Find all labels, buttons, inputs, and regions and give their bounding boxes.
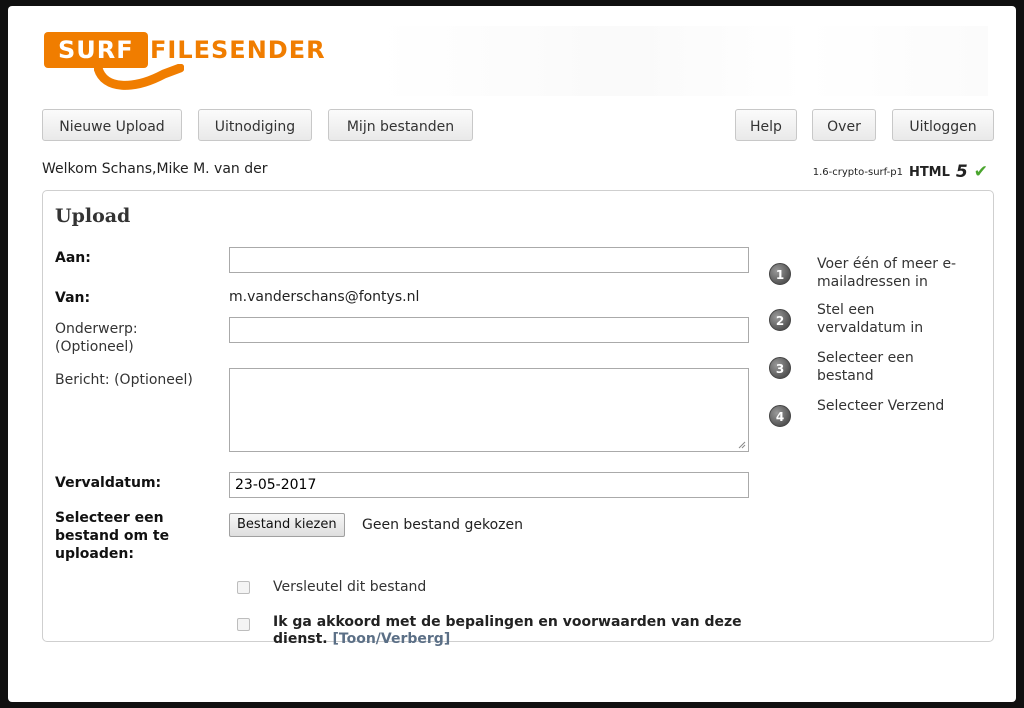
step-number-icon: 1 bbox=[769, 263, 791, 285]
help-button[interactable]: Help bbox=[735, 109, 797, 141]
message-label: Bericht: (Optioneel) bbox=[55, 372, 193, 388]
about-button[interactable]: Over bbox=[812, 109, 876, 141]
file-status: Geen bestand gekozen bbox=[362, 517, 523, 533]
to-label: Aan: bbox=[55, 250, 91, 266]
step-text: Selecteer Verzend bbox=[817, 398, 945, 414]
version-info: 1.6-crypto-surf-p1 HTML 5 ✔ bbox=[813, 162, 988, 182]
resize-grip-icon[interactable] bbox=[738, 441, 746, 449]
new-upload-button[interactable]: Nieuwe Upload bbox=[42, 109, 182, 141]
expiry-label: Vervaldatum: bbox=[55, 475, 162, 491]
from-value: m.vanderschans@fontys.nl bbox=[229, 289, 420, 305]
choose-file-button[interactable]: Bestand kiezen bbox=[229, 513, 345, 537]
from-label: Van: bbox=[55, 290, 91, 306]
check-icon: ✔ bbox=[973, 162, 988, 182]
logo-swoosh-icon bbox=[94, 64, 184, 90]
encrypt-label: Versleutel dit bestand bbox=[273, 579, 427, 595]
version-text: 1.6-crypto-surf-p1 bbox=[812, 166, 903, 178]
step-text: Stel een vervaldatum in bbox=[817, 302, 924, 336]
step-number-icon: 4 bbox=[769, 405, 791, 427]
terms-label: Ik ga akkoord met de bepalingen en voorw… bbox=[273, 614, 753, 648]
terms-toggle-link[interactable]: [Toon/Verberg] bbox=[333, 631, 451, 647]
expiry-date-input[interactable] bbox=[229, 472, 749, 498]
step-text: Voer één of meer e-mailadressen in bbox=[817, 256, 957, 290]
encrypt-checkbox[interactable] bbox=[237, 581, 250, 594]
my-files-button[interactable]: Mijn bestanden bbox=[328, 109, 473, 141]
upload-panel: Upload Aan: Van: m.vanderschans@fontys.n… bbox=[42, 190, 994, 647]
page: SURF FILESENDER Nieuwe Upload Uitnodigin… bbox=[8, 6, 1016, 702]
step-number-icon: 2 bbox=[769, 309, 791, 331]
logout-button[interactable]: Uitloggen bbox=[892, 109, 994, 141]
message-textarea[interactable] bbox=[229, 368, 749, 452]
html5-label: HTML bbox=[908, 164, 950, 180]
logo-surf-text: SURF bbox=[44, 32, 148, 68]
terms-checkbox[interactable] bbox=[237, 618, 250, 631]
subject-label: Onderwerp: (Optioneel) bbox=[55, 321, 138, 355]
step-number-icon: 3 bbox=[769, 357, 791, 379]
invitation-button[interactable]: Uitnodiging bbox=[198, 109, 312, 141]
html5-logo-icon: 5 bbox=[955, 162, 968, 182]
step-text: Selecteer een bestand bbox=[817, 350, 914, 384]
subject-input[interactable] bbox=[229, 317, 749, 343]
welcome-text: Welkom Schans,Mike M. van der bbox=[42, 161, 268, 177]
to-input[interactable] bbox=[229, 247, 749, 273]
logo-filesender-text: FILESENDER bbox=[150, 36, 326, 64]
file-label: Selecteer een bestand om te uploaden: bbox=[55, 510, 170, 562]
header-background bbox=[378, 26, 988, 96]
panel-title: Upload bbox=[55, 205, 131, 227]
surf-filesender-logo[interactable]: SURF FILESENDER bbox=[44, 28, 344, 98]
